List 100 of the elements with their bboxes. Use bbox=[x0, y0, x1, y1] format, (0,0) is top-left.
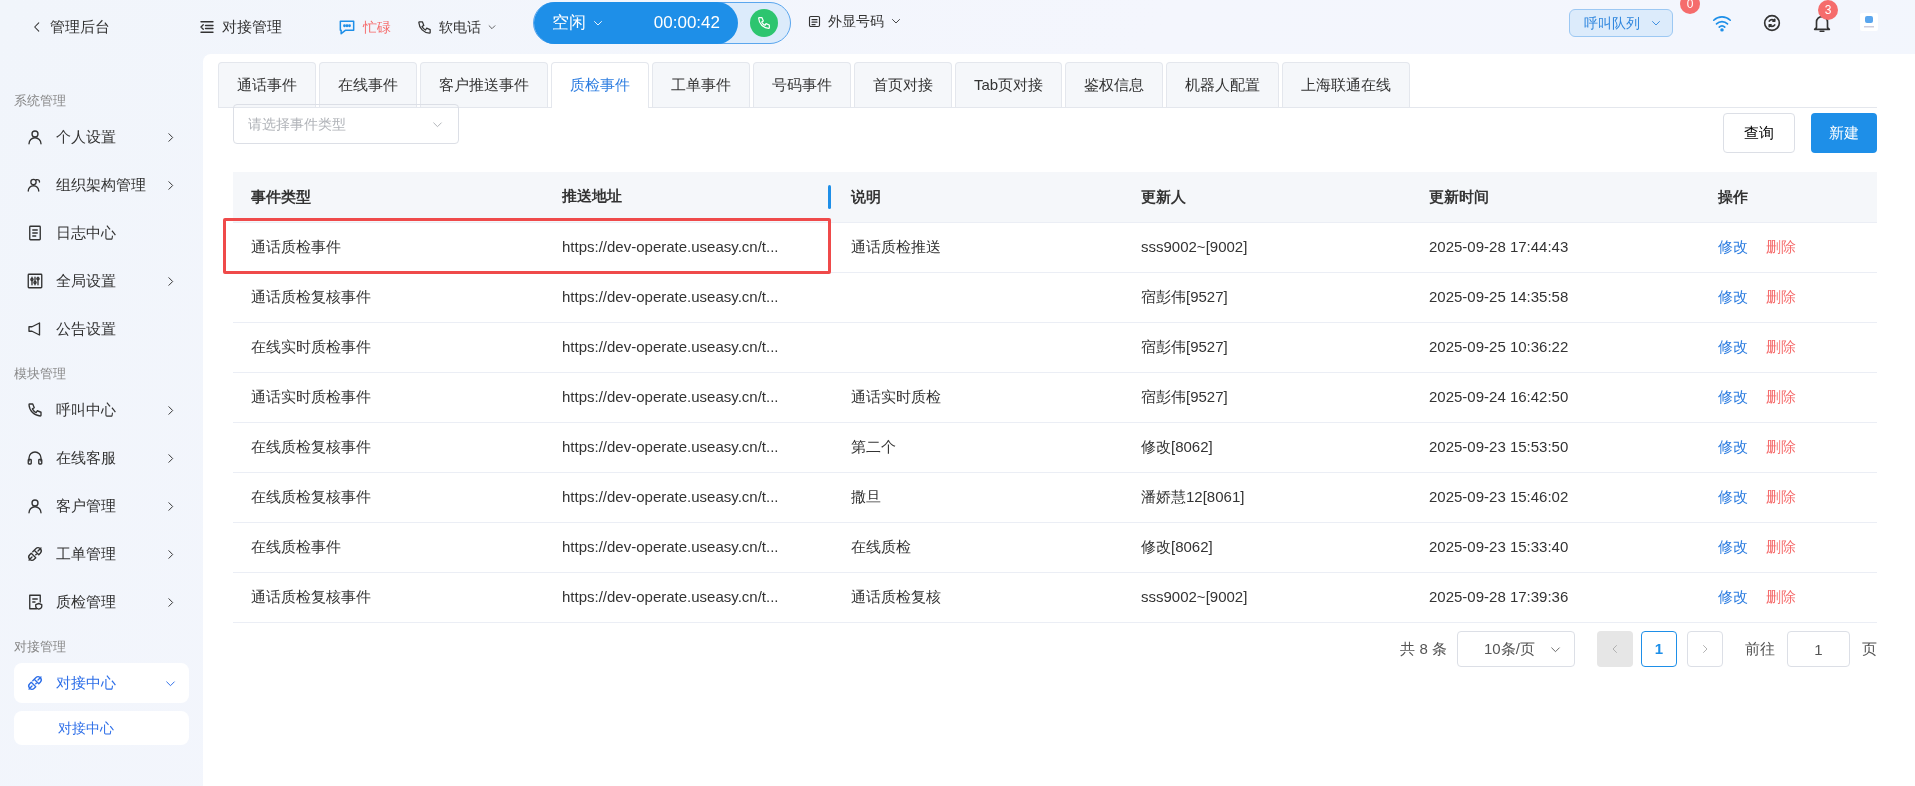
shield-document-icon bbox=[26, 593, 44, 611]
table-cell: https://dev-operate.useasy.cn/t... bbox=[562, 338, 779, 356]
tab[interactable]: 机器人配置 bbox=[1166, 62, 1280, 107]
avatar[interactable] bbox=[1859, 12, 1879, 32]
sidebar-item[interactable]: 组织架构管理 bbox=[14, 165, 189, 205]
table-cell: 通话质检复核 bbox=[851, 588, 941, 606]
table-cell: 2025-09-28 17:39:36 bbox=[1429, 588, 1569, 606]
sliders-icon bbox=[26, 272, 44, 290]
table-cell: 通话质检复核事件 bbox=[251, 288, 371, 306]
tab[interactable]: 鉴权信息 bbox=[1065, 62, 1164, 107]
table-cell: 潘娇慧12[8061] bbox=[1141, 488, 1245, 506]
page-input[interactable]: 1 bbox=[1787, 631, 1850, 667]
tab[interactable]: 号码事件 bbox=[753, 62, 851, 107]
headset-icon bbox=[26, 449, 44, 467]
table-cell: 撒旦 bbox=[851, 488, 881, 506]
table-cell: 2025-09-23 15:53:50 bbox=[1429, 438, 1569, 456]
sidebar-item[interactable]: 公告设置 bbox=[14, 309, 189, 349]
next-page-button[interactable] bbox=[1687, 631, 1723, 667]
table-cell: 在线质检复核事件 bbox=[251, 488, 371, 506]
call-timer: 00:00:42 bbox=[653, 12, 720, 35]
edit-link[interactable]: 修改 bbox=[1718, 436, 1748, 459]
table-cell: https://dev-operate.useasy.cn/t... bbox=[562, 388, 779, 406]
table-cell: 通话质检推送 bbox=[851, 238, 941, 256]
table-cell: 修改[8062] bbox=[1141, 438, 1213, 456]
tab[interactable]: 上海联通在线 bbox=[1282, 62, 1411, 107]
edit-link[interactable]: 修改 bbox=[1718, 536, 1748, 559]
sidebar-item[interactable]: 日志中心 bbox=[14, 213, 189, 253]
tab[interactable]: 客户推送事件 bbox=[420, 62, 548, 107]
phone-icon bbox=[416, 18, 433, 36]
table-cell: 宿彭伟[9527] bbox=[1141, 388, 1228, 406]
table-cell: 通话质检复核事件 bbox=[251, 588, 371, 606]
edit-link[interactable]: 修改 bbox=[1718, 286, 1748, 309]
table-cell: 在线质检复核事件 bbox=[251, 438, 371, 456]
table-cell: 2025-09-25 14:35:58 bbox=[1429, 288, 1569, 306]
count-badge: 3 bbox=[1818, 0, 1838, 20]
tab[interactable]: 工单事件 bbox=[652, 62, 750, 107]
table-cell: sss9002~[9002] bbox=[1141, 238, 1248, 256]
caller-id-dropdown[interactable]: 外显号码 bbox=[807, 10, 902, 32]
edit-link[interactable]: 修改 bbox=[1718, 386, 1748, 409]
tab[interactable]: Tab页对接 bbox=[955, 62, 1063, 107]
query-button[interactable]: 查询 bbox=[1723, 113, 1795, 153]
menu-icon bbox=[198, 18, 216, 36]
table-cell: 2025-09-25 10:36:22 bbox=[1429, 338, 1569, 356]
sidebar-item[interactable]: 全局设置 bbox=[14, 261, 189, 301]
plug-icon bbox=[26, 545, 44, 563]
column-header: 更新时间 bbox=[1429, 187, 1489, 205]
table-cell: https://dev-operate.useasy.cn/t... bbox=[562, 438, 779, 456]
sidebar-item[interactable]: 客户管理 bbox=[14, 486, 189, 526]
sidebar-item[interactable]: 呼叫中心 bbox=[14, 390, 189, 430]
table-cell: 通话实时质检 bbox=[851, 388, 941, 406]
refresh-icon[interactable] bbox=[1761, 12, 1783, 34]
page-suffix: 页 bbox=[1862, 638, 1877, 659]
column-header: 更新人 bbox=[1141, 187, 1186, 205]
sidebar-item[interactable]: 工单管理 bbox=[14, 534, 189, 574]
table-cell: https://dev-operate.useasy.cn/t... bbox=[562, 588, 779, 606]
goto-label: 前往 bbox=[1745, 638, 1775, 659]
table-cell: 宿彭伟[9527] bbox=[1141, 338, 1228, 356]
sidebar-item[interactable]: 质检管理 bbox=[14, 582, 189, 622]
edit-link[interactable]: 修改 bbox=[1718, 586, 1748, 609]
table-cell: 在线质检 bbox=[851, 538, 911, 556]
table-cell: 在线质检事件 bbox=[251, 538, 341, 556]
phone-icon bbox=[756, 15, 772, 31]
count-badge: 0 bbox=[1680, 0, 1700, 14]
edit-link[interactable]: 修改 bbox=[1718, 236, 1748, 259]
sidebar-item[interactable]: 在线客服 bbox=[14, 438, 189, 478]
table-cell: 2025-09-23 15:46:02 bbox=[1429, 488, 1569, 506]
caret-icon bbox=[487, 22, 497, 32]
answer-button[interactable] bbox=[750, 9, 778, 37]
table-cell: 修改[8062] bbox=[1141, 538, 1213, 556]
softphone-dropdown[interactable]: 软电话 bbox=[416, 16, 497, 38]
tab[interactable]: 质检事件 bbox=[551, 62, 649, 108]
section-heading: 模块管理 bbox=[13, 365, 67, 383]
sidebar-item[interactable]: 个人设置 bbox=[14, 117, 189, 157]
plug-icon bbox=[26, 674, 44, 692]
table-cell: 宿彭伟[9527] bbox=[1141, 288, 1228, 306]
tab[interactable]: 首页对接 bbox=[854, 62, 952, 107]
back-link[interactable]: 管理后台 bbox=[30, 15, 110, 39]
column-header: 操作 bbox=[1718, 186, 1748, 207]
table-cell: 2025-09-28 17:44:43 bbox=[1429, 238, 1569, 256]
table-cell: 通话质检事件 bbox=[251, 238, 341, 256]
user-icon bbox=[26, 497, 44, 515]
tab[interactable]: 在线事件 bbox=[319, 62, 417, 107]
section-heading: 对接管理 bbox=[13, 638, 67, 656]
column-resize-handle[interactable] bbox=[828, 185, 831, 209]
table-cell: 2025-09-24 16:42:50 bbox=[1429, 388, 1569, 406]
document-icon bbox=[26, 224, 44, 242]
column-header: 事件类型 bbox=[251, 187, 311, 205]
column-header: 说明 bbox=[851, 187, 881, 205]
page-size-select[interactable]: 10条/页 bbox=[1457, 631, 1575, 667]
table-cell: 第二个 bbox=[851, 438, 896, 456]
tab[interactable]: 通话事件 bbox=[218, 62, 316, 107]
section-heading: 系统管理 bbox=[13, 92, 67, 110]
sidebar-item[interactable]: 对接中心 bbox=[14, 663, 189, 703]
phone-icon bbox=[26, 401, 44, 419]
submenu-item[interactable]: 对接中心 bbox=[14, 711, 189, 745]
module-title: 对接管理 bbox=[198, 15, 282, 39]
edit-link[interactable]: 修改 bbox=[1718, 336, 1748, 359]
edit-link[interactable]: 修改 bbox=[1718, 486, 1748, 509]
user-icon bbox=[26, 128, 44, 146]
total-count: 共 8 条 bbox=[1400, 638, 1447, 659]
